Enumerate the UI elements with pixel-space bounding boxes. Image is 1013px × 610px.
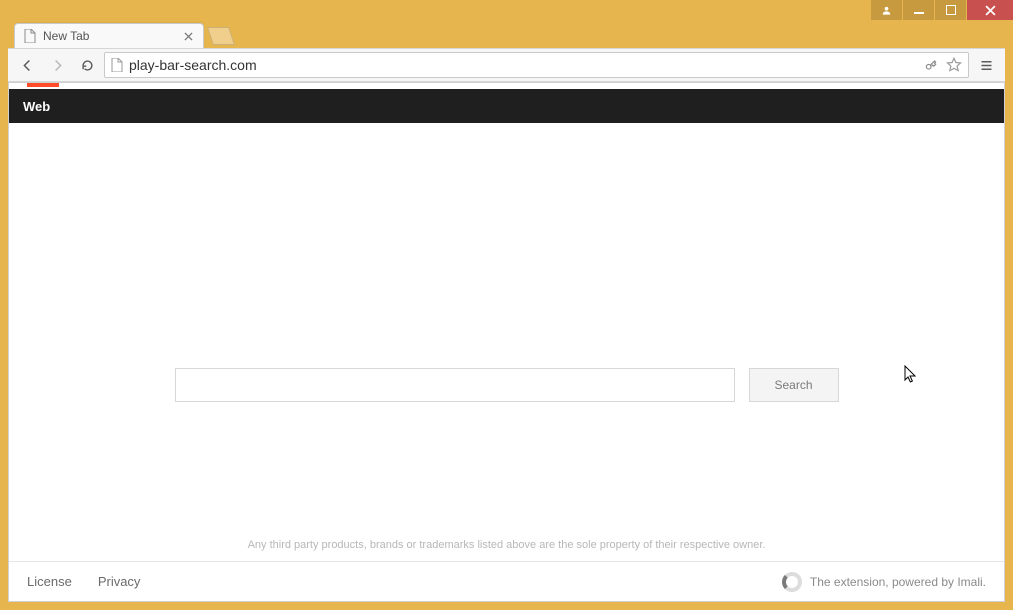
search-input[interactable] [176, 369, 734, 401]
tab-close-button[interactable] [181, 29, 195, 43]
window-minimize-button[interactable] [903, 0, 934, 20]
tab-new-tab[interactable]: New Tab [14, 23, 204, 48]
window-titlebar [0, 0, 1013, 22]
footer-powered-text: The extension, powered by Imali. [810, 575, 986, 589]
page-footer: License Privacy The extension, powered b… [9, 561, 1004, 601]
document-icon [23, 29, 37, 43]
forward-button[interactable] [44, 52, 70, 78]
footer-license-link[interactable]: License [27, 574, 72, 589]
footer-privacy-link[interactable]: Privacy [98, 574, 141, 589]
loading-spinner-icon [782, 572, 802, 592]
bookmark-star-button[interactable] [946, 57, 962, 73]
menu-button[interactable] [973, 52, 999, 78]
window-close-button[interactable] [967, 0, 1013, 20]
reload-button[interactable] [74, 52, 100, 78]
window-maximize-button[interactable] [935, 0, 966, 20]
tab-strip: New Tab [0, 22, 1013, 48]
reload-icon [80, 58, 95, 73]
maximize-icon [946, 5, 956, 15]
close-icon [985, 5, 996, 16]
footer-links: License Privacy [27, 574, 140, 589]
omnibox-actions [924, 57, 962, 73]
brand-accent [27, 83, 59, 87]
document-icon [111, 58, 123, 72]
footer-right: The extension, powered by Imali. [782, 572, 986, 592]
arrow-left-icon [20, 58, 35, 73]
arrow-right-icon [50, 58, 65, 73]
address-bar[interactable] [104, 52, 969, 78]
search-box[interactable] [175, 368, 735, 402]
page-main: Search Any third party products, brands … [9, 127, 1004, 601]
page-nav-bar: Web [9, 89, 1004, 123]
window-user-button[interactable] [871, 0, 902, 20]
minimize-icon [914, 5, 924, 15]
page-viewport: Web Search Any third party products, bra… [8, 82, 1005, 602]
nav-web-tab[interactable]: Web [23, 99, 50, 114]
browser-toolbar [8, 48, 1005, 82]
search-area: Search [9, 127, 1004, 533]
tab-title: New Tab [43, 29, 181, 43]
user-icon [881, 5, 892, 16]
new-tab-button[interactable] [207, 27, 235, 45]
search-button[interactable]: Search [749, 368, 839, 402]
hamburger-icon [979, 58, 994, 73]
address-input[interactable] [129, 57, 918, 73]
disclaimer-text: Any third party products, brands or trad… [9, 533, 1004, 561]
saved-passwords-icon[interactable] [924, 58, 938, 72]
close-icon [184, 32, 193, 41]
back-button[interactable] [14, 52, 40, 78]
